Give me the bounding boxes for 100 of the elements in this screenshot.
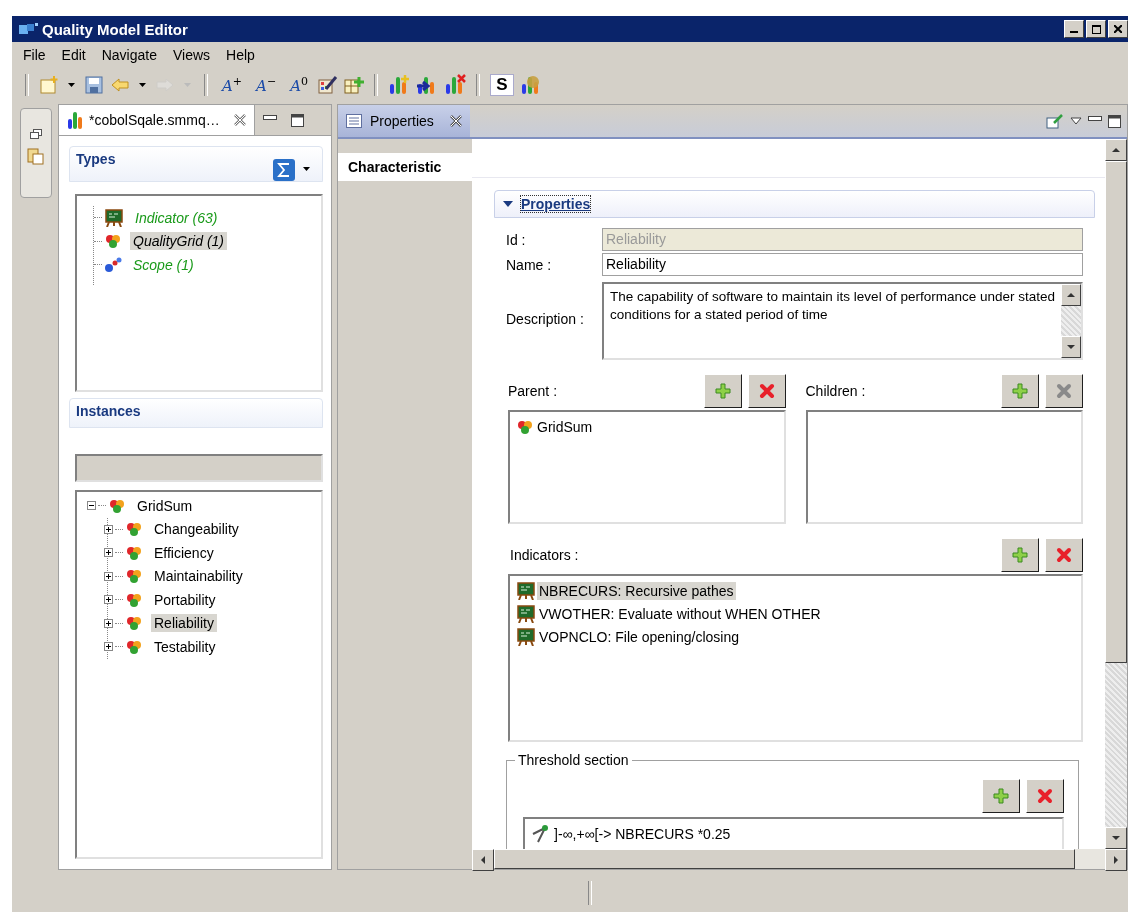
list-item[interactable]: NBRECURS: Recursive pathes (537, 581, 736, 600)
down-arrow-icon[interactable] (1067, 343, 1075, 351)
minimize-button[interactable] (1064, 20, 1084, 38)
add-button[interactable] (1001, 374, 1039, 408)
close-icon[interactable] (233, 114, 246, 126)
save-icon (84, 75, 104, 95)
tree-item[interactable]: Efficiency (151, 543, 217, 562)
expand-icon[interactable] (104, 571, 113, 581)
group-title: Threshold section (515, 752, 632, 768)
menu-item[interactable]: Help (226, 47, 255, 63)
menu-item[interactable]: Navigate (101, 47, 157, 63)
scrollbar[interactable] (1105, 139, 1127, 849)
close-icon[interactable] (449, 115, 462, 127)
text-field[interactable]: Reliability (602, 253, 1083, 276)
sum-button[interactable] (273, 159, 295, 184)
list-box[interactable]: GridSum (508, 410, 786, 524)
left-arrow-icon[interactable] (479, 856, 487, 864)
caret-down-icon[interactable] (503, 199, 513, 209)
properties-tab[interactable]: Properties (338, 105, 470, 137)
add-button[interactable] (1001, 538, 1039, 572)
menu-item[interactable]: Edit (61, 47, 86, 63)
expand-icon[interactable] (104, 642, 113, 652)
list-item[interactable]: VWOTHER: Evaluate without WHEN OTHER (537, 604, 823, 623)
close-button[interactable] (1108, 20, 1128, 38)
maximize-icon[interactable] (290, 113, 304, 127)
font-size-button[interactable]: A$^{+}$ (217, 72, 248, 98)
list-box[interactable]: ]-∞,+∞[-> NBRECURS *0.25 (523, 817, 1064, 849)
caret-icon (68, 83, 75, 87)
tree-item[interactable]: Testability (151, 637, 219, 656)
expand-icon[interactable] (104, 548, 113, 558)
remove-button[interactable] (747, 374, 786, 408)
list-label: Parent : (508, 383, 558, 399)
clipboard-icon[interactable] (27, 147, 45, 165)
add-button[interactable] (982, 779, 1020, 813)
plus-icon (993, 788, 1009, 804)
tab-label: *cobolSqale.smmq… (89, 112, 220, 128)
new-document-icon (39, 75, 59, 95)
section-link[interactable]: Properties (521, 196, 591, 212)
editor-tab[interactable]: *cobolSqale.smmq… (59, 105, 255, 135)
list-box[interactable]: NBRECURS: Recursive pathes VWOTHER: Evaluate without WHEN OTHER VOPNCLO: File opening/closing (508, 574, 1083, 742)
tree-item[interactable]: Reliability (151, 614, 217, 633)
list-item[interactable]: GridSum (535, 417, 595, 436)
colored-balls-icon (125, 544, 143, 561)
description-field[interactable]: The capability of software to maintain its level of performance under stated conditions for a stated period of time (602, 282, 1083, 360)
compass-icon (531, 823, 551, 844)
tree-item[interactable]: QualityGrid (1) (130, 232, 228, 251)
remove-button[interactable] (1026, 779, 1064, 813)
side-tab[interactable]: Characteristic (338, 153, 472, 181)
scrollbar[interactable] (1061, 284, 1081, 358)
left-arrow-icon (110, 75, 130, 95)
down-arrow-icon[interactable] (1112, 834, 1120, 842)
expand-icon[interactable] (104, 595, 113, 605)
chalkboard-icon (516, 604, 536, 623)
chart-plus-icon (387, 74, 410, 96)
tree-item[interactable]: Portability (151, 590, 219, 609)
add-button[interactable] (703, 374, 742, 408)
letter-button[interactable]: S (488, 72, 515, 98)
tree-item[interactable]: Indicator (63) (132, 208, 221, 227)
plus-icon (1012, 383, 1028, 399)
cross-icon (1037, 788, 1053, 804)
tree-item[interactable]: GridSum (134, 496, 196, 515)
collapse-icon[interactable] (87, 501, 96, 511)
font-size-button[interactable]: A$^{−}$ (251, 72, 282, 98)
maximize-icon[interactable] (1108, 114, 1121, 128)
restore-icon[interactable] (30, 129, 42, 139)
chalkboard-icon (516, 627, 536, 646)
up-arrow-icon[interactable] (1112, 146, 1120, 154)
list-item[interactable]: ]-∞,+∞[-> NBRECURS *0.25 (552, 824, 733, 843)
colored-balls-icon (104, 233, 122, 250)
plus-icon (1012, 547, 1028, 563)
colored-balls-icon (108, 497, 126, 514)
remove-button[interactable] (1045, 538, 1083, 572)
colored-balls-icon (125, 638, 143, 655)
colored-balls-icon (125, 615, 143, 632)
list-box[interactable] (805, 410, 1083, 524)
list-item[interactable]: VOPNCLO: File opening/closing (537, 627, 741, 646)
maximize-button[interactable] (1086, 20, 1106, 38)
list-icon (346, 114, 362, 128)
field-label: Id : (506, 231, 527, 248)
view-menu-icon[interactable] (1070, 117, 1082, 125)
right-arrow-icon[interactable] (1112, 856, 1120, 864)
tree-item[interactable]: Maintainability (151, 567, 246, 586)
pin-icon[interactable] (1046, 113, 1064, 129)
caret-icon[interactable] (303, 167, 310, 171)
scrollbar-thumb[interactable] (1105, 161, 1127, 663)
up-arrow-icon[interactable] (1067, 291, 1075, 299)
tree-item[interactable]: Scope (1) (130, 255, 197, 274)
colored-balls-icon (516, 418, 534, 435)
filter-field[interactable] (75, 454, 323, 482)
tree-item[interactable]: Changeability (151, 520, 242, 539)
expand-icon[interactable] (104, 618, 113, 628)
cross-icon (758, 383, 775, 399)
menu-item[interactable]: File (23, 47, 46, 63)
expand-icon[interactable] (104, 524, 113, 534)
scrollbar[interactable] (472, 849, 1127, 869)
cross-icon (1056, 547, 1072, 563)
font-size-button[interactable]: A$^{0}$ (285, 72, 313, 98)
menu-item[interactable]: Views (172, 47, 211, 63)
sigma-icon (273, 159, 295, 181)
maximize-icon (1091, 24, 1101, 34)
